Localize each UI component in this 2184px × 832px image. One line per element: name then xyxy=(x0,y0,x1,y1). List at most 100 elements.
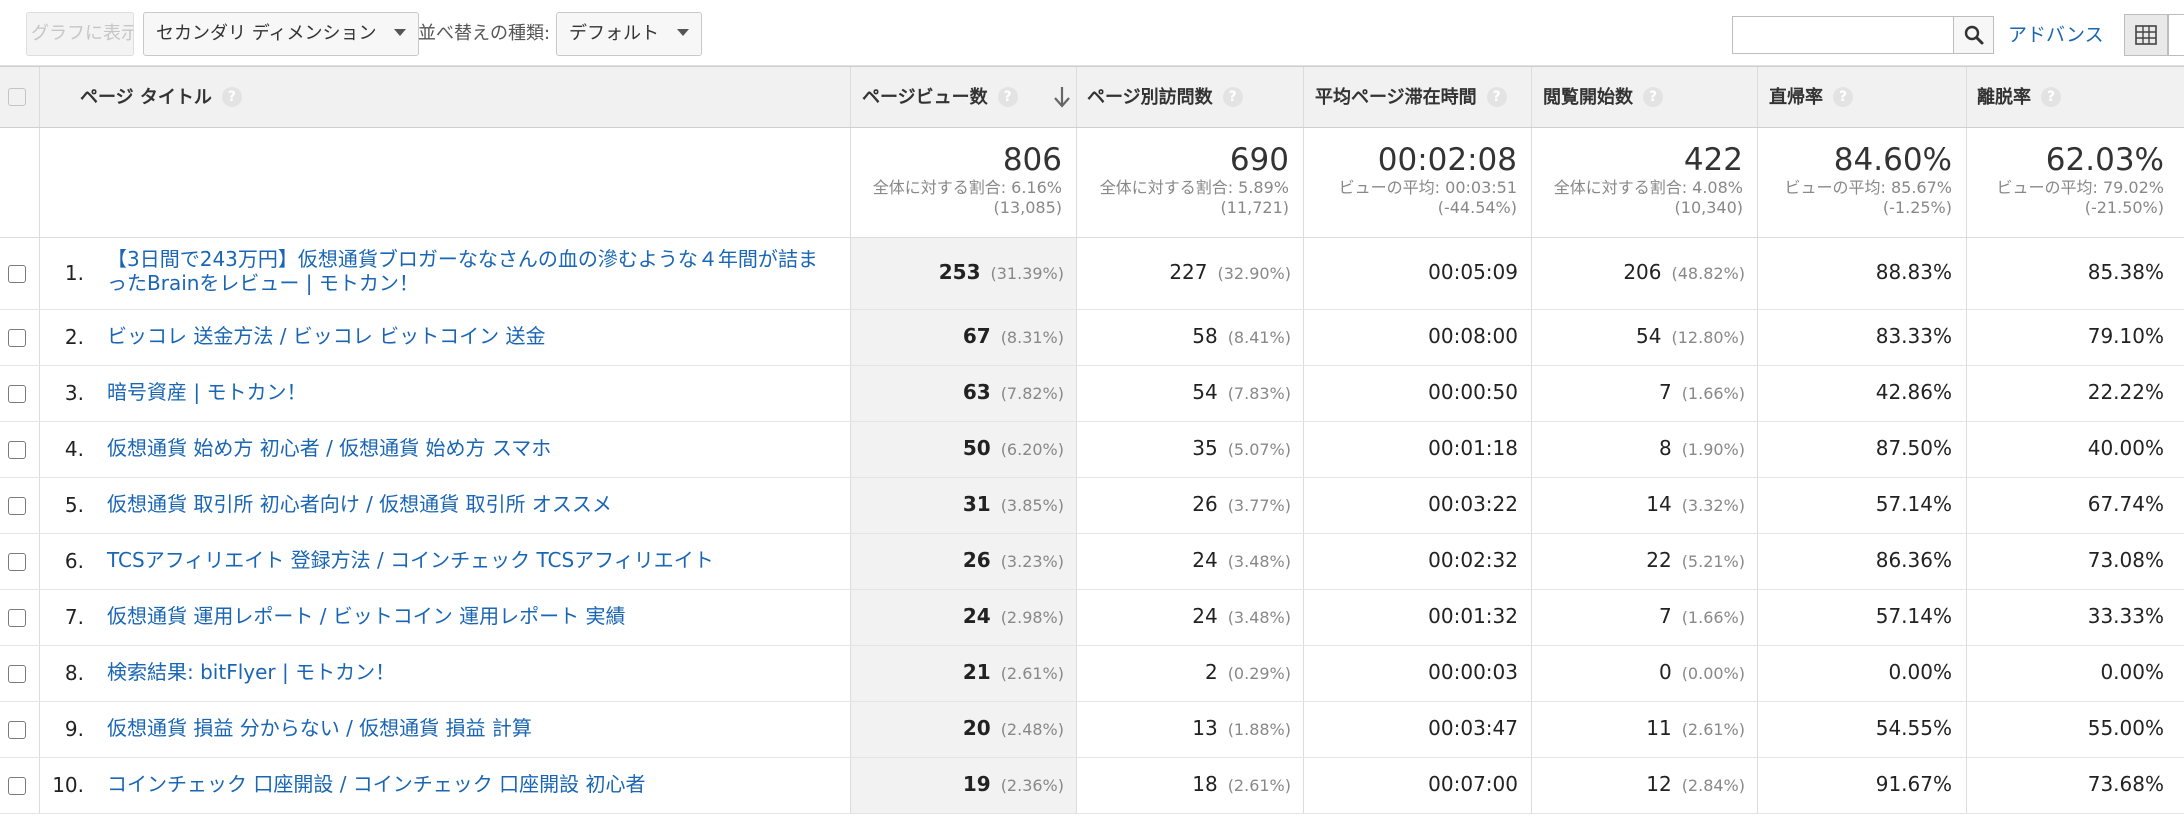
bounce-rate-cell: 86.36% xyxy=(1875,548,1952,572)
advanced-filter-link[interactable]: アドバンス xyxy=(2008,16,2104,54)
bounce-rate-cell: 57.14% xyxy=(1875,492,1952,516)
header-avg-time-on-page[interactable]: 平均ページ滞在時間? xyxy=(1315,67,1507,129)
help-icon[interactable]: ? xyxy=(221,87,242,107)
entrances-cell: 206 (48.82%) xyxy=(1623,260,1745,284)
sort-type-dropdown[interactable]: デフォルト xyxy=(556,12,702,56)
header-exit-rate[interactable]: 離脱率? xyxy=(1977,67,2061,129)
page-title-link[interactable]: 仮想通貨 始め方 初心者 / 仮想通貨 始め方 スマホ xyxy=(107,436,837,460)
table-row: 7. 仮想通貨 運用レポート / ビットコイン 運用レポート 実績 24 (2.98%… xyxy=(0,590,2184,646)
pageviews-cell: 67 (8.31%) xyxy=(962,324,1064,348)
bounce-rate-cell: 0.00% xyxy=(1888,660,1952,684)
avg-time-cell: 00:08:00 xyxy=(1428,324,1518,348)
row-number: 8. xyxy=(64,661,84,685)
header-pageviews[interactable]: ページビュー数? xyxy=(862,67,1018,129)
unique-pageviews-cell: 54 (7.83%) xyxy=(1192,380,1291,404)
row-number: 7. xyxy=(64,605,84,629)
entrances-cell: 22 (5.21%) xyxy=(1646,548,1745,572)
page-title-link[interactable]: 検索結果: bitFlyer | モトカン！ xyxy=(107,660,837,684)
avg-time-cell: 00:03:47 xyxy=(1428,716,1518,740)
exit-rate-cell: 73.08% xyxy=(2087,548,2164,572)
exit-rate-cell: 79.10% xyxy=(2087,324,2164,348)
page-title-link[interactable]: 【3日間で243万円】仮想通貨ブロガーななさんの血の滲むような４年間が詰まったB… xyxy=(107,247,837,295)
pageviews-cell: 31 (3.85%) xyxy=(962,492,1064,516)
header-unique-pageviews[interactable]: ページ別訪問数? xyxy=(1087,67,1243,129)
table-row: 10. コインチェック 口座開設 / コインチェック 口座開設 初心者 19 (2.3… xyxy=(0,758,2184,814)
chevron-down-icon xyxy=(394,28,407,36)
table-row: 3. 暗号資産 | モトカン！ 63 (7.82%) 54 (7.83%) 00:00:50… xyxy=(0,366,2184,422)
avg-time-cell: 00:00:03 xyxy=(1428,660,1518,684)
sort-type-value: デフォルト xyxy=(569,23,659,44)
row-number: 3. xyxy=(64,381,84,405)
exit-rate-cell: 40.00% xyxy=(2087,436,2164,460)
unique-pageviews-cell: 227 (32.90%) xyxy=(1169,260,1291,284)
bounce-rate-cell: 88.83% xyxy=(1875,260,1952,284)
table-row: 5. 仮想通貨 取引所 初心者向け / 仮想通貨 取引所 オススメ 31 (3.85%… xyxy=(0,478,2184,534)
header-page-title[interactable]: ページ タイトル? xyxy=(80,67,242,129)
avg-time-cell: 00:02:32 xyxy=(1428,548,1518,572)
page-title-link[interactable]: ビッコレ 送金方法 / ビッコレ ビットコイン 送金 xyxy=(107,324,837,348)
row-number: 10. xyxy=(52,773,84,797)
unique-pageviews-cell: 2 (0.29%) xyxy=(1204,660,1291,684)
avg-time-cell: 00:07:00 xyxy=(1428,772,1518,796)
pageviews-cell: 21 (2.61%) xyxy=(962,660,1064,684)
help-icon[interactable]: ? xyxy=(997,87,1018,107)
entrances-cell: 54 (12.80%) xyxy=(1636,324,1745,348)
arrow-down-icon[interactable] xyxy=(1052,85,1072,109)
page-title-link[interactable]: 暗号資産 | モトカン！ xyxy=(107,380,837,404)
row-number: 2. xyxy=(64,325,84,349)
page-title-link[interactable]: 仮想通貨 損益 分からない / 仮想通貨 損益 計算 xyxy=(107,716,837,740)
entrances-cell: 12 (2.84%) xyxy=(1646,772,1745,796)
table-view-button[interactable] xyxy=(2124,14,2168,56)
chevron-down-icon xyxy=(677,28,689,36)
entrances-cell: 8 (1.90%) xyxy=(1658,436,1745,460)
unique-pageviews-cell: 35 (5.07%) xyxy=(1192,436,1291,460)
exit-rate-cell: 55.00% xyxy=(2087,716,2164,740)
summary-avg-time: 00:02:08 ビューの平均: 00:03:51 (-44.54%) xyxy=(1338,142,1517,217)
unique-pageviews-cell: 18 (2.61%) xyxy=(1192,772,1291,796)
select-all-checkbox[interactable] xyxy=(8,88,26,106)
help-icon[interactable]: ? xyxy=(1486,87,1507,107)
entrances-cell: 7 (1.66%) xyxy=(1658,380,1745,404)
avg-time-cell: 00:00:50 xyxy=(1428,380,1518,404)
table-search-input[interactable] xyxy=(1732,16,1954,54)
page-title-link[interactable]: 仮想通貨 取引所 初心者向け / 仮想通貨 取引所 オススメ xyxy=(107,492,837,516)
help-icon[interactable]: ? xyxy=(1833,87,1853,107)
table-row: 4. 仮想通貨 始め方 初心者 / 仮想通貨 始め方 スマホ 50 (6.20%) 35… xyxy=(0,422,2184,478)
table-row: 6. TCSアフィリエイト 登録方法 / コインチェック TCSアフィリエイト 26… xyxy=(0,534,2184,590)
row-number: 9. xyxy=(64,717,84,741)
row-number: 5. xyxy=(64,493,84,517)
table-row: 2. ビッコレ 送金方法 / ビッコレ ビットコイン 送金 67 (8.31%) 58(… xyxy=(0,310,2184,366)
pageviews-cell: 253 (31.39%) xyxy=(938,260,1064,284)
summary-entrances: 422 全体に対する割合: 4.08% (10,340) xyxy=(1553,142,1743,217)
secondary-dimension-dropdown[interactable]: セカンダリ ディメンション xyxy=(143,12,420,56)
secondary-dimension-label: セカンダリ ディメンション xyxy=(156,23,377,44)
row-number: 4. xyxy=(64,437,84,461)
alternate-view-button[interactable] xyxy=(2168,14,2184,56)
bounce-rate-cell: 83.33% xyxy=(1875,324,1952,348)
row-number: 6. xyxy=(64,549,84,573)
header-bounce-rate[interactable]: 直帰率? xyxy=(1769,67,1853,129)
summary-exit-rate: 62.03% ビューの平均: 79.02% (-21.50%) xyxy=(1996,142,2165,217)
avg-time-cell: 00:05:09 xyxy=(1428,260,1518,284)
header-entrances[interactable]: 閲覧開始数? xyxy=(1543,67,1663,129)
unique-pageviews-cell: 24 (3.48%) xyxy=(1192,604,1291,628)
page-title-link[interactable]: TCSアフィリエイト 登録方法 / コインチェック TCSアフィリエイト xyxy=(107,548,837,572)
pageviews-cell: 19 (2.36%) xyxy=(962,772,1064,796)
summary-unique-pageviews: 690 全体に対する割合: 5.89% (11,721) xyxy=(1099,142,1289,217)
table-row: 9. 仮想通貨 損益 分からない / 仮想通貨 損益 計算 20 (2.48%) 13(… xyxy=(0,702,2184,758)
show-in-graph-button[interactable]: グラフに表示 xyxy=(26,12,134,56)
page-title-link[interactable]: コインチェック 口座開設 / コインチェック 口座開設 初心者 xyxy=(107,772,837,796)
help-icon[interactable]: ? xyxy=(2041,87,2061,107)
help-icon[interactable]: ? xyxy=(1222,87,1243,107)
exit-rate-cell: 67.74% xyxy=(2087,492,2164,516)
pageviews-cell: 63 (7.82%) xyxy=(962,380,1064,404)
summary-bounce-rate: 84.60% ビューの平均: 85.67% (-1.25%) xyxy=(1784,142,1953,217)
help-icon[interactable]: ? xyxy=(1643,87,1663,107)
pageviews-cell: 50 (6.20%) xyxy=(962,436,1064,460)
table-row: 1. 【3日間で243万円】仮想通貨ブロガーななさんの血の滲むような４年間が詰まっ… xyxy=(0,238,2184,310)
search-button[interactable] xyxy=(1954,16,1994,54)
summary-pageviews: 806 全体に対する割合: 6.16% (13,085) xyxy=(872,142,1062,217)
table-header-row: ページ タイトル? ページビュー数? ページ別訪問数? 平均ページ滞在時間? 閲… xyxy=(0,66,2184,128)
page-title-link[interactable]: 仮想通貨 運用レポート / ビットコイン 運用レポート 実績 xyxy=(107,604,837,628)
exit-rate-cell: 22.22% xyxy=(2087,380,2164,404)
